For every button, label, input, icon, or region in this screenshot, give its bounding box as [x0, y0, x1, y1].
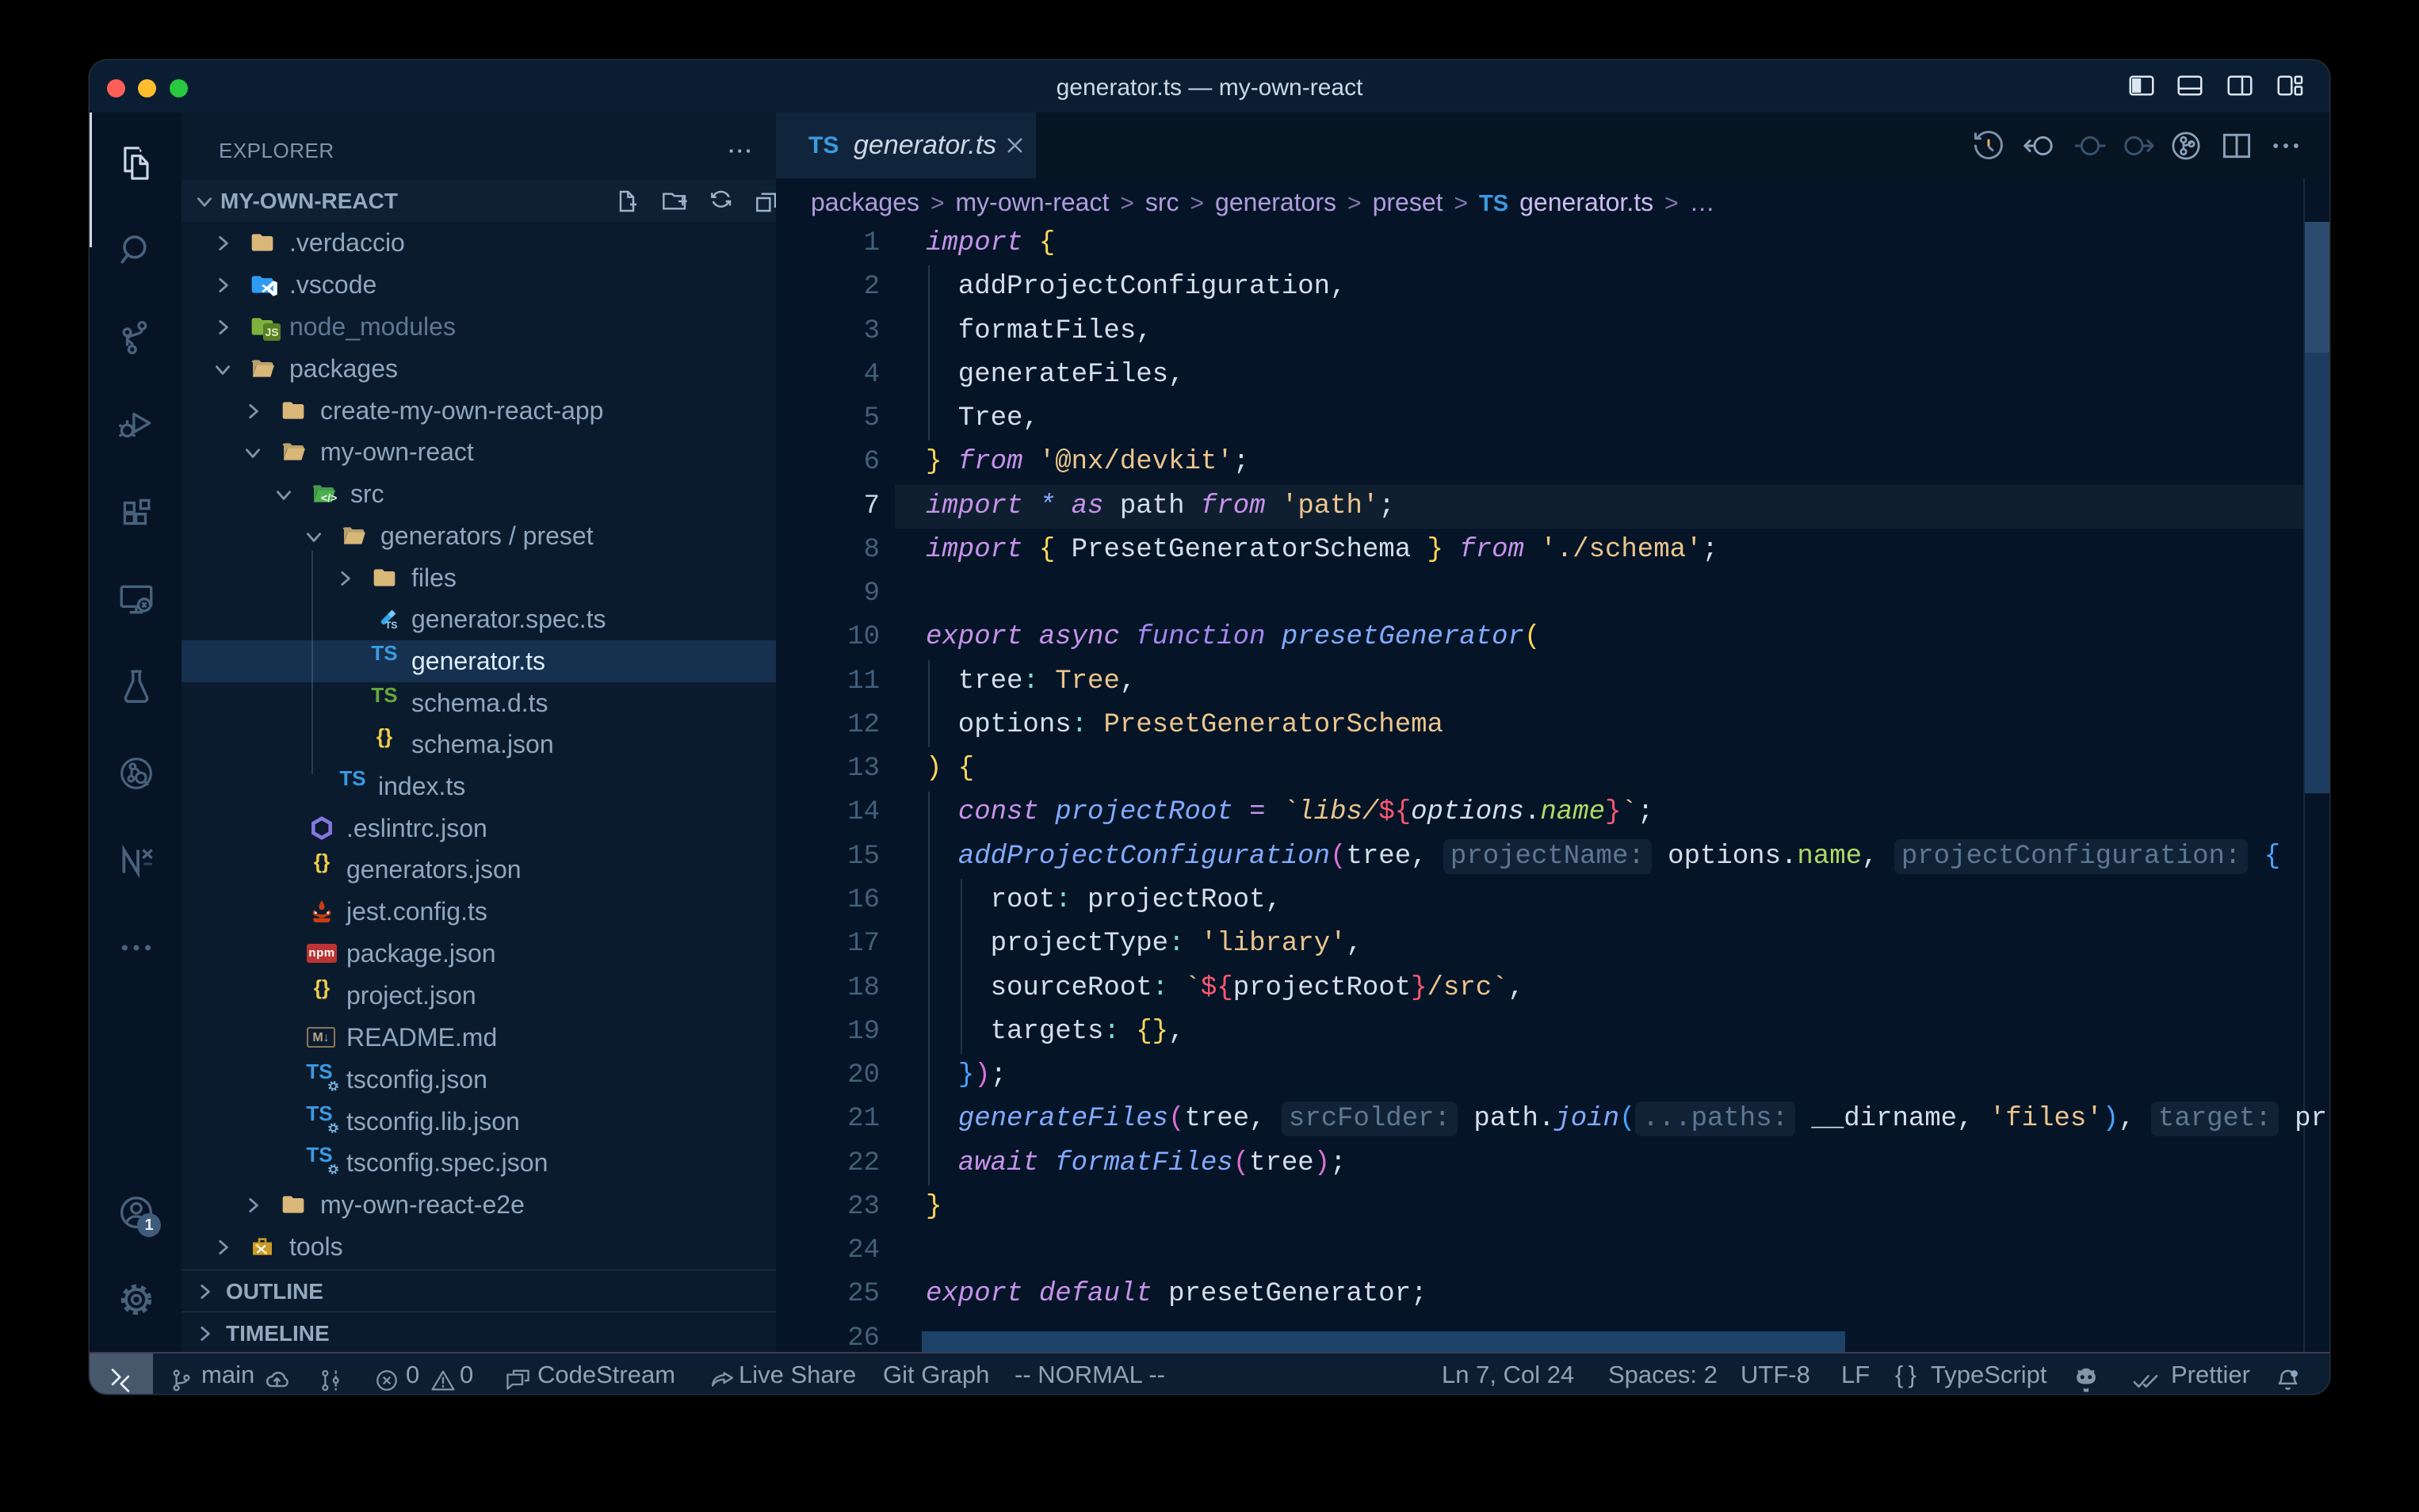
svg-text:TS: TS — [385, 620, 397, 631]
